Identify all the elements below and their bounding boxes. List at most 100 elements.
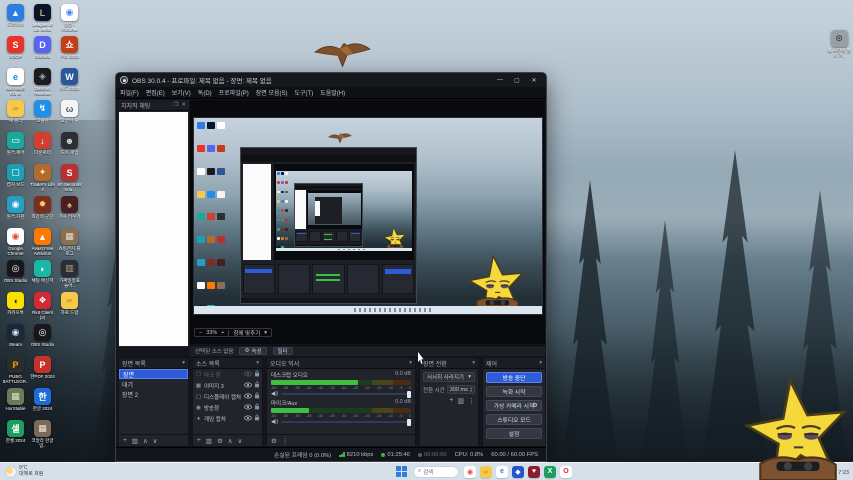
desktop-icon-riot-client-2-[interactable]: ❖ Riot Client (2) <box>29 292 56 324</box>
desktop-icon-한쇼-2024[interactable]: 쇼 한쇼 2024 <box>56 36 83 68</box>
desktop-icon-새-폴더[interactable]: ▰ 새 폴더 <box>2 100 29 132</box>
menu-도움말[interactable]: 도움말(H) <box>320 88 345 97</box>
minimize-button[interactable]: — <box>492 74 508 86</box>
desktop-icon-워드-2024[interactable]: W 워드 2024 <box>56 68 83 100</box>
remove-transition-button[interactable]: ▥ <box>457 397 464 405</box>
desktop-icon-avast-free-antivirus[interactable]: ▲ Avast Free Antivirus <box>29 228 56 260</box>
dock-menu-icon[interactable]: ▾ <box>409 360 412 366</box>
desktop-icon-steam[interactable]: ◉ Steam <box>2 324 29 356</box>
chevron-down-icon[interactable]: ▾ <box>264 330 267 336</box>
desktop-icon-한글-2024[interactable]: 한 한글 2024 <box>29 388 56 420</box>
menu-보기[interactable]: 보기(V) <box>172 88 191 97</box>
virtual-cam-settings-icon[interactable]: ⚙ <box>529 402 540 409</box>
source-item-방송창[interactable]: ◉ 방송창 <box>193 402 262 413</box>
desktop-icon-한pdf-2024[interactable]: P 한PDF 2024 <box>29 356 56 388</box>
transition-more-icon[interactable]: ⋮ <box>468 397 475 405</box>
desktop-icon-soop[interactable]: S SOOP <box>2 36 29 68</box>
add-transition-button[interactable]: + <box>449 397 453 405</box>
taskbar-icon-excel[interactable]: X <box>544 465 556 478</box>
fit-to-window-button[interactable]: 창에 맞추기 <box>233 329 260 337</box>
source-up-button[interactable]: ∧ <box>228 437 233 445</box>
desktop-icon-pubg-battlegr-[interactable]: P PUBG BATTLEGR.. <box>2 356 29 388</box>
lock-icon[interactable] <box>254 392 260 401</box>
start-button[interactable] <box>396 465 408 478</box>
menu-장면 모음[interactable]: 장면 모음(S) <box>256 88 288 97</box>
desktop-icon-obs-studio[interactable]: ◎ OBS Studio <box>2 260 29 292</box>
preview-pane[interactable]: − 33% + 창에 맞추기 ▾ <box>190 100 545 344</box>
desktop-icon-다운로더[interactable]: ↓ 다운로더 <box>29 132 56 164</box>
dock-close-icon[interactable]: ✕ <box>181 102 186 108</box>
desktop-icon-도트-게임[interactable]: ☻ 도트 게임 <box>56 132 83 164</box>
desktop-icon-원격-지원[interactable]: ◉ 원격 지원 <box>2 196 29 228</box>
mixer-more-icon[interactable]: ⋮ <box>282 437 289 445</box>
close-button[interactable]: ✕ <box>526 74 542 86</box>
filters-button[interactable]: 필터 <box>272 347 293 355</box>
dock-menu-icon[interactable]: ▾ <box>472 360 475 366</box>
source-item-게임 캡처[interactable]: ♦ 게임 캡처 <box>193 413 262 424</box>
desktop-icon-쇼핑천지-블로그[interactable]: ▦ 쇼핑천지 블로그 <box>56 228 83 260</box>
desktop-icon-discord[interactable]: D Discord <box>29 36 56 68</box>
scene-item-장면 2[interactable]: 장면 2 <box>119 389 188 399</box>
visibility-eye-icon[interactable] <box>244 415 252 423</box>
properties-button[interactable]: ⚙ 속성 <box>239 347 267 355</box>
corner-desktop-icon[interactable]: ⊙ 내 사진에 얼굴 가.. <box>824 30 853 58</box>
remove-scene-button[interactable]: ▥ <box>132 437 138 445</box>
lock-icon[interactable] <box>254 370 260 379</box>
desktop-icon-기사-키우기[interactable]: ♠ 기사 키우기 <box>56 196 83 228</box>
source-item-마크 창[interactable]: ❐ 마크 창 <box>193 369 262 380</box>
control-button-가상-카메라-시작[interactable]: 가상 카메라 시작 ⚙ <box>486 400 542 411</box>
desktop-icon-horstable[interactable]: ▦ HorStable <box>2 388 29 420</box>
desktop-icon-microsoft-edge[interactable]: e Microsoft Edge <box>2 68 29 100</box>
control-button-설정[interactable]: 설정 <box>486 428 542 439</box>
desktop-icon-가짜일정표-늘어-[interactable]: ▥ 가짜일정표 늘어.. <box>56 260 83 292</box>
taskbar-icon-heart-app[interactable]: ♥ <box>528 465 540 478</box>
control-button-방송-중단[interactable]: 방송 중단 <box>486 372 542 383</box>
visibility-eye-icon[interactable] <box>244 404 252 412</box>
desktop-icon-캡처-보드[interactable]: ▢ 캡처 보드 <box>2 164 29 196</box>
lock-icon[interactable] <box>254 381 260 390</box>
visibility-eye-icon[interactable] <box>244 371 252 379</box>
desktop-icon-고클린[interactable]: ↯ 고클린 <box>29 100 56 132</box>
obs-titlebar[interactable]: OBS 30.0.4 - 프로파일: 제목 없음 - 장면: 제목 없음 — ▢… <box>116 73 546 87</box>
desktop-icon-고양이-툴[interactable]: ω 고양이 툴 <box>56 100 83 132</box>
volume-slider[interactable]: ◀)) <box>271 391 411 398</box>
widgets-button[interactable]: 9°C 대체로 흐림 <box>0 465 49 477</box>
taskbar-icon-file-explorer[interactable]: ▰ <box>480 465 492 478</box>
mic-icon[interactable]: ◀)) <box>271 419 278 425</box>
zoom-in-button[interactable]: + <box>221 330 224 336</box>
remove-source-button[interactable]: ▥ <box>206 437 212 445</box>
lock-icon[interactable] <box>254 403 260 412</box>
desktop-icon-league-of-legends[interactable]: L League of Legends <box>29 4 56 36</box>
desktop-icon-google-chrome[interactable]: ◉ Google Chrome <box>2 228 29 260</box>
chat-dock-body[interactable] <box>119 112 188 346</box>
mixer-settings-icon[interactable]: ⚙ <box>271 437 277 445</box>
dock-menu-icon[interactable]: ▾ <box>256 360 259 366</box>
source-properties-button[interactable]: ⚙ <box>217 437 223 445</box>
source-item-디스플레이 캡처 2[interactable]: ▢ 디스플레이 캡처 2 <box>193 391 262 402</box>
control-button-녹화-시작[interactable]: 녹화 시작 <box>486 386 542 397</box>
menu-독[interactable]: 독(D) <box>198 88 212 97</box>
lock-icon[interactable] <box>254 414 260 423</box>
zoom-out-button[interactable]: − <box>199 330 202 336</box>
control-button-스튜디오-모드[interactable]: 스튜디오 모드 <box>486 414 542 425</box>
desktop-icon-드라이브[interactable]: ▲ 드라이브 <box>2 4 29 36</box>
desktop-icon-trader-s-life-2[interactable]: ✦ Trader's Life 2 <box>29 164 56 196</box>
dock-menu-icon[interactable]: ▾ <box>539 360 542 366</box>
scene-item-대기[interactable]: 대기 <box>119 379 188 389</box>
visibility-eye-icon[interactable] <box>244 393 252 401</box>
add-scene-button[interactable]: + <box>123 437 127 444</box>
menu-파일[interactable]: 파일(F) <box>120 88 139 97</box>
search-input[interactable]: ⌕ 검색 <box>413 465 459 478</box>
desktop-icon-최강의-군단[interactable]: ✹ 최강의 군단 <box>29 196 56 228</box>
visibility-eye-icon[interactable] <box>244 382 252 390</box>
scene-down-button[interactable]: ∨ <box>153 437 158 445</box>
desktop-icon-한셀-2024[interactable]: 셀 한셀 2024 <box>2 420 29 452</box>
desktop-icon-obs-studio[interactable]: ◎ OBS Studio <box>29 324 56 356</box>
desktop-icon-원격-제어[interactable]: ▭ 원격 제어 <box>2 132 29 164</box>
taskbar-icon-chrome[interactable]: ◉ <box>464 465 476 478</box>
taskbar-icon-opera[interactable]: O <box>560 465 572 478</box>
source-down-button[interactable]: ∨ <box>238 437 243 445</box>
scene-up-button[interactable]: ∧ <box>143 437 148 445</box>
menu-프로파일[interactable]: 프로파일(P) <box>219 88 249 97</box>
menu-편집[interactable]: 편집(E) <box>146 88 165 97</box>
